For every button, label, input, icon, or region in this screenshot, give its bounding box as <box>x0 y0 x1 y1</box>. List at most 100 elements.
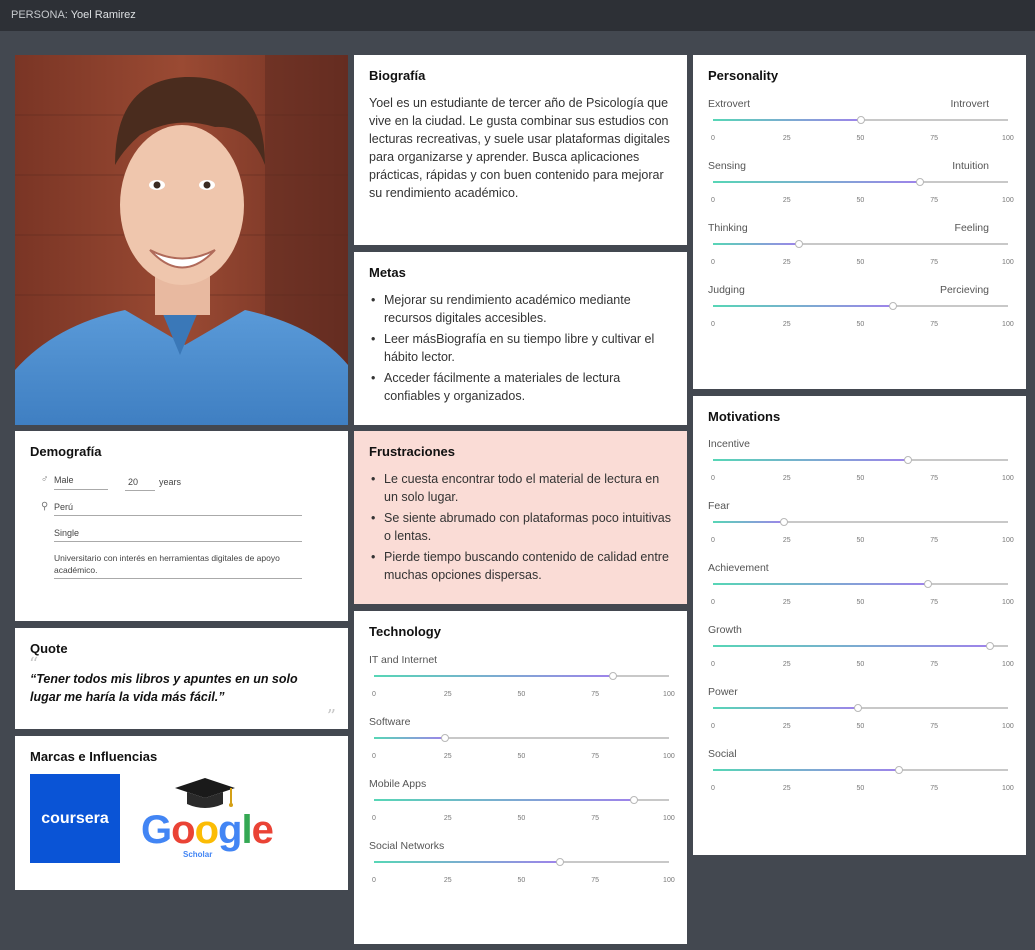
slider-label: Incentive <box>708 438 751 450</box>
slider-label: Social <box>708 748 737 760</box>
technology-slider[interactable]: Software 0 25 50 75 100 <box>369 716 675 771</box>
slider-ticks: 0 25 50 75 100 <box>708 259 1014 269</box>
technology-slider[interactable]: IT and Internet 0 25 50 75 100 <box>369 654 675 709</box>
google-scholar-logo: Google Scholar <box>135 774 275 863</box>
tick-label: 0 <box>711 661 715 668</box>
tick-label: 100 <box>1002 475 1014 482</box>
trait-left-label: Judging <box>708 284 745 296</box>
slider-ticks: 0 25 50 75 100 <box>369 691 675 701</box>
tick-label: 75 <box>591 753 600 760</box>
technology-slider[interactable]: Social Networks 0 25 50 75 100 <box>369 840 675 895</box>
status-field[interactable]: Single <box>54 528 79 538</box>
slider-track[interactable] <box>374 671 669 680</box>
slider-handle[interactable] <box>440 733 449 742</box>
goals-card: Metas Mejorar su rendimiento académico m… <box>354 252 687 425</box>
slider-track[interactable] <box>374 795 669 804</box>
tick-label: 75 <box>930 599 939 606</box>
motivation-slider[interactable]: Power 0 25 50 75 100 <box>708 686 1014 741</box>
slider-ticks: 0 25 50 75 100 <box>708 661 1014 671</box>
slider-handle[interactable] <box>894 765 903 774</box>
slider-handle[interactable] <box>779 517 788 526</box>
tick-label: 25 <box>443 815 452 822</box>
tick-label: 25 <box>443 753 452 760</box>
slider-ticks: 0 25 50 75 100 <box>708 785 1014 795</box>
goals-title: Metas <box>369 265 406 280</box>
slider-track[interactable] <box>713 579 1008 588</box>
slider-fill <box>374 861 560 863</box>
slider-track[interactable] <box>713 703 1008 712</box>
motivation-slider[interactable]: Social 0 25 50 75 100 <box>708 748 1014 803</box>
age-unit: years <box>159 477 182 487</box>
slider-handle[interactable] <box>856 115 865 124</box>
age-field[interactable]: 20 <box>128 477 138 487</box>
frustration-item: Se siente abrumado con plataformas poco … <box>371 509 676 545</box>
motivation-slider[interactable]: Achievement 0 25 50 75 100 <box>708 562 1014 617</box>
slider-track[interactable] <box>713 517 1008 526</box>
slider-fill <box>713 769 899 771</box>
google-wordmark: Google <box>141 808 274 853</box>
slider-fill <box>713 521 784 523</box>
tick-label: 100 <box>1002 321 1014 328</box>
age-underline <box>125 490 155 491</box>
trait-right-label: Introvert <box>950 98 989 110</box>
technology-slider[interactable]: Mobile Apps 0 25 50 75 100 <box>369 778 675 833</box>
slider-track[interactable] <box>713 177 1008 186</box>
tick-label: 25 <box>782 321 791 328</box>
slider-handle[interactable] <box>853 703 862 712</box>
occupation-underline <box>54 578 302 579</box>
tick-label: 25 <box>782 723 791 730</box>
tick-label: 0 <box>372 753 376 760</box>
slider-handle[interactable] <box>629 795 638 804</box>
slider-label: IT and Internet <box>369 654 438 666</box>
slider-track[interactable] <box>713 239 1008 248</box>
slider-track[interactable] <box>713 765 1008 774</box>
slider-handle[interactable] <box>608 671 617 680</box>
goal-item: Mejorar su rendimiento académico mediant… <box>371 291 676 327</box>
slider-track[interactable] <box>374 857 669 866</box>
slider-handle[interactable] <box>903 455 912 464</box>
slider-ticks: 0 25 50 75 100 <box>369 815 675 825</box>
slider-handle[interactable] <box>794 239 803 248</box>
tick-label: 50 <box>517 691 526 698</box>
personality-title: Personality <box>708 68 779 83</box>
slider-fill <box>713 243 799 245</box>
location-underline <box>54 515 302 516</box>
tick-label: 75 <box>930 785 939 792</box>
slider-handle[interactable] <box>915 177 924 186</box>
tick-label: 75 <box>930 723 939 730</box>
slider-ticks: 0 25 50 75 100 <box>708 599 1014 609</box>
personality-slider[interactable]: Thinking Feeling 0 25 50 75 100 <box>708 222 1014 277</box>
slider-handle[interactable] <box>888 301 897 310</box>
slider-track[interactable] <box>713 301 1008 310</box>
motivation-slider[interactable]: Fear 0 25 50 75 100 <box>708 500 1014 555</box>
tick-label: 25 <box>782 537 791 544</box>
persona-prefix: PERSONA: <box>11 9 68 21</box>
slider-fill <box>713 645 991 647</box>
tick-label: 0 <box>372 691 376 698</box>
motivation-slider[interactable]: Growth 0 25 50 75 100 <box>708 624 1014 679</box>
slider-track[interactable] <box>713 115 1008 124</box>
location-field[interactable]: Perú <box>54 502 73 512</box>
motivation-slider[interactable]: Incentive 0 25 50 75 100 <box>708 438 1014 493</box>
tick-label: 0 <box>711 259 715 266</box>
tick-label: 25 <box>782 135 791 142</box>
personality-slider[interactable]: Extrovert Introvert 0 25 50 75 100 <box>708 98 1014 153</box>
slider-handle[interactable] <box>555 857 564 866</box>
personality-slider[interactable]: Sensing Intuition 0 25 50 75 100 <box>708 160 1014 215</box>
tick-label: 100 <box>663 815 675 822</box>
tick-label: 75 <box>591 691 600 698</box>
slider-handle[interactable] <box>986 641 995 650</box>
slider-track[interactable] <box>713 641 1008 650</box>
slider-track[interactable] <box>374 733 669 742</box>
frustrations-list: Le cuesta encontrar todo el material de … <box>371 470 676 587</box>
occupation-field[interactable]: Universitario con interés en herramienta… <box>54 552 294 576</box>
status-underline <box>54 541 302 542</box>
tick-label: 25 <box>782 259 791 266</box>
slider-handle[interactable] <box>924 579 933 588</box>
slider-ticks: 0 25 50 75 100 <box>708 135 1014 145</box>
slider-track[interactable] <box>713 455 1008 464</box>
male-icon: ♂ <box>41 474 49 485</box>
personality-slider[interactable]: Judging Percieving 0 25 50 75 100 <box>708 284 1014 339</box>
gender-field[interactable]: Male <box>54 475 74 485</box>
biography-title: Biografía <box>369 68 426 83</box>
